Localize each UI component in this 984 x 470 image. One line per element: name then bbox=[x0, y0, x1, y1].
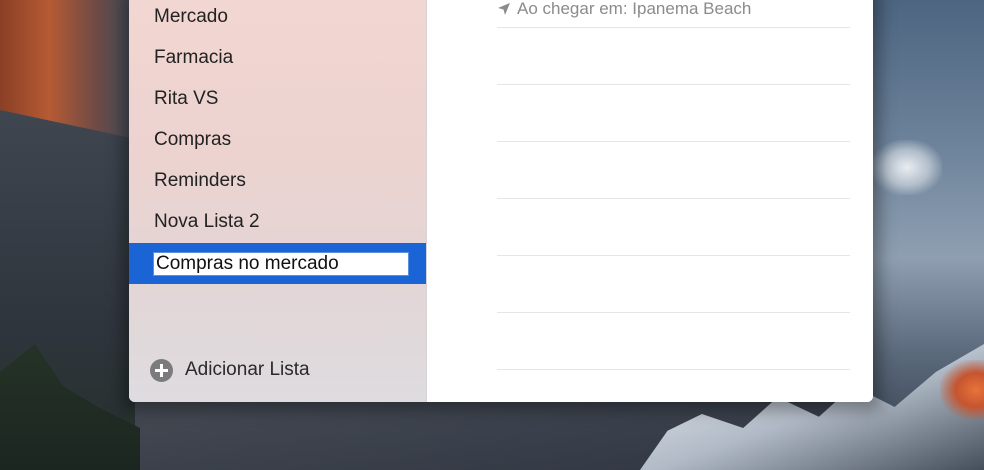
wallpaper-peak bbox=[940, 360, 984, 420]
sidebar-item-compras[interactable]: Compras bbox=[154, 128, 231, 152]
sidebar-item-reminders[interactable]: Reminders bbox=[154, 169, 246, 193]
lists-sidebar: Mercado Farmacia Rita VS Compras Reminde… bbox=[129, 0, 427, 402]
reminders-content: Ao chegar em: Ipanema Beach bbox=[427, 0, 873, 402]
list-divider bbox=[497, 198, 850, 199]
list-divider bbox=[497, 312, 850, 313]
sidebar-item-rita-vs[interactable]: Rita VS bbox=[154, 87, 218, 111]
reminder-location-text: Ao chegar em: Ipanema Beach bbox=[517, 0, 752, 18]
plus-circle-icon bbox=[150, 358, 173, 382]
reminders-window: Mercado Farmacia Rita VS Compras Reminde… bbox=[129, 0, 873, 402]
location-arrow-icon bbox=[498, 3, 510, 15]
sidebar-item-farmacia[interactable]: Farmacia bbox=[154, 46, 233, 70]
wallpaper-cloud bbox=[872, 140, 942, 195]
list-divider bbox=[497, 255, 850, 256]
sidebar-item-mercado[interactable]: Mercado bbox=[154, 5, 228, 29]
sidebar-item-nova-lista-2[interactable]: Nova Lista 2 bbox=[154, 210, 260, 234]
add-list-button[interactable]: Adicionar Lista bbox=[150, 358, 310, 382]
list-divider bbox=[497, 27, 850, 28]
sidebar-item-selected[interactable] bbox=[129, 243, 426, 284]
add-list-label: Adicionar Lista bbox=[185, 359, 310, 380]
list-name-input[interactable] bbox=[153, 252, 409, 276]
list-divider bbox=[497, 84, 850, 85]
reminder-location[interactable]: Ao chegar em: Ipanema Beach bbox=[497, 0, 751, 19]
list-divider bbox=[497, 141, 850, 142]
list-divider bbox=[497, 369, 850, 370]
